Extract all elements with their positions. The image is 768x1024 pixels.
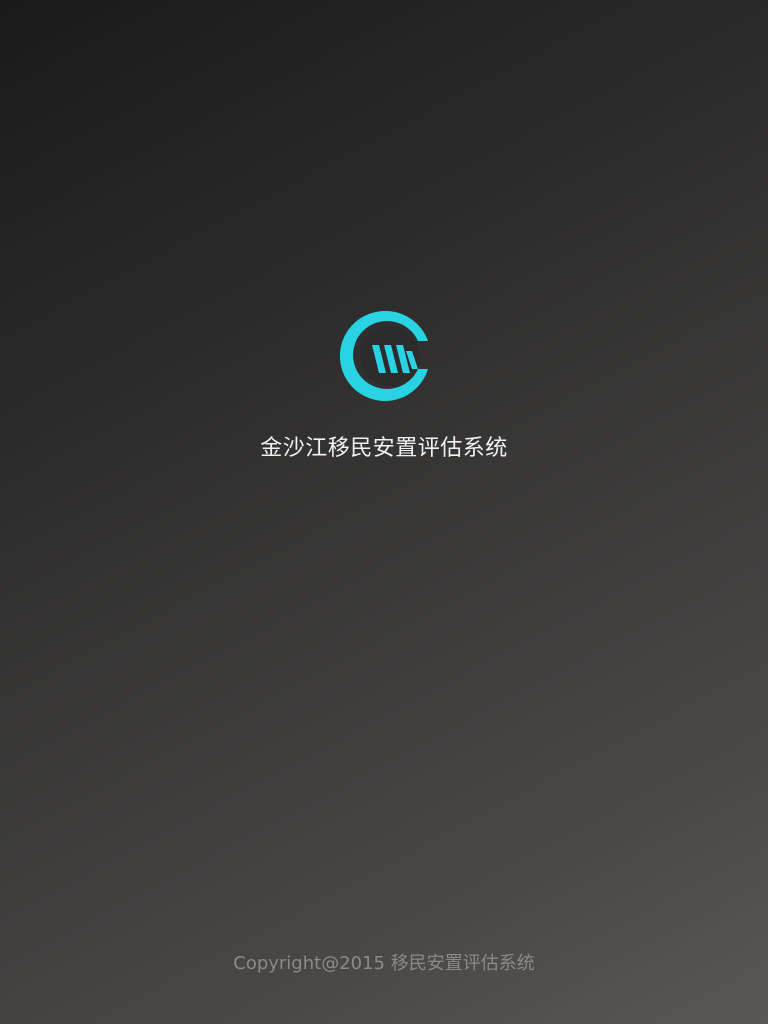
jinsha-river-logo-icon [340, 311, 430, 401]
copyright-text: Copyright@2015 移民安置评估系统 [233, 953, 535, 974]
splash-screen: 金沙江移民安置评估系统 Copyright@2015 移民安置评估系统 [0, 0, 768, 1024]
app-title: 金沙江移民安置评估系统 [260, 436, 508, 461]
